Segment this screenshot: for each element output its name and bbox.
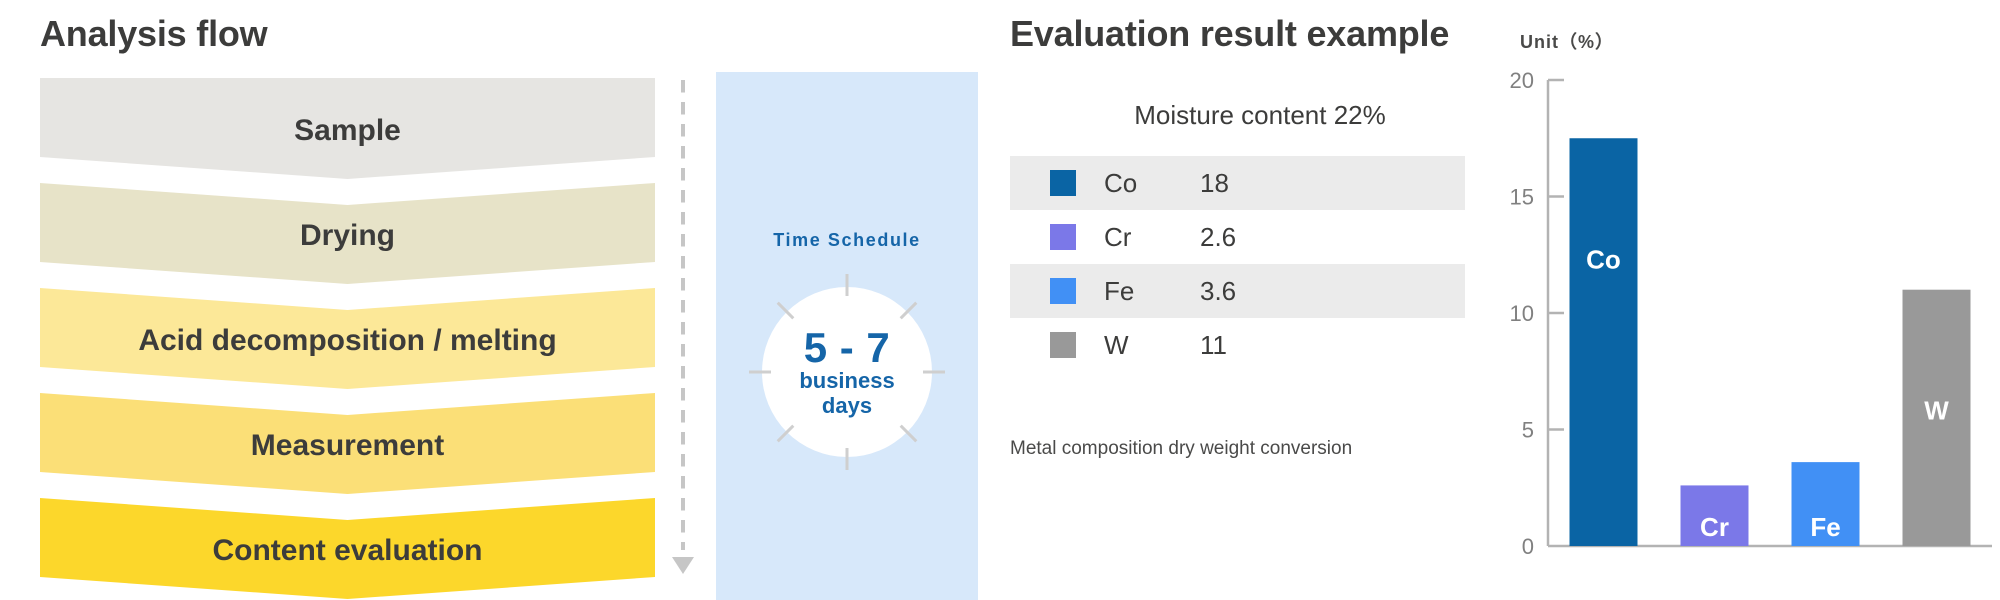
bar-label: W <box>1924 396 1949 426</box>
bar-label: Cr <box>1700 512 1729 542</box>
down-arrow-icon <box>672 557 694 574</box>
y-tick-label: 10 <box>1510 301 1534 326</box>
analysis-flow-panel: Analysis flow Sample Drying Acid decomposi… <box>0 0 990 600</box>
evaluation-result-panel: Evaluation result example Unit（%） Moistu… <box>1010 0 2000 600</box>
table-row: W 11 <box>1010 318 1465 372</box>
duration-value: 5 - 7 <box>803 323 891 371</box>
y-tick-label: 20 <box>1510 68 1534 93</box>
analysis-flow-funnel: Sample Drying Acid decomposition / melting… <box>40 78 655 600</box>
time-schedule-label: Time Schedule <box>773 230 921 250</box>
element-value: 2.6 <box>1200 221 1237 252</box>
y-tick-label: 15 <box>1510 185 1534 210</box>
evaluation-title: Evaluation result example <box>1010 13 1450 54</box>
composition-note: Metal composition dry weight conversion <box>1010 438 1353 459</box>
analysis-flow-title: Analysis flow <box>40 13 268 54</box>
bar-co <box>1569 138 1638 546</box>
flow-step-2[interactable]: Drying <box>40 183 655 288</box>
duration-unit-line2: days <box>821 392 873 418</box>
element-name: Co <box>1104 167 1138 198</box>
analysis-infographic: Analysis flow Sample Drying Acid decomposi… <box>0 0 2000 600</box>
bar-label: Co <box>1586 244 1621 274</box>
duration-unit-line1: business <box>799 368 895 394</box>
flow-step-shape <box>40 78 655 179</box>
element-value: 11 <box>1200 329 1227 360</box>
unit-label: Unit（%） <box>1520 32 1614 52</box>
flow-step-shape <box>40 288 655 389</box>
y-tick-label: 5 <box>1522 418 1534 443</box>
y-tick-label: 0 <box>1522 534 1534 559</box>
clock-graphic: 5 - 7 business days <box>747 272 947 472</box>
composition-table: Co 18 Cr 2.6 Fe 3.6 W 11 <box>1010 156 1465 372</box>
table-row: Fe 3.6 <box>1010 264 1465 318</box>
color-swatch-co-icon <box>1050 170 1076 196</box>
bar-chart-svg: 0 5 10 15 20 Co Cr Fe W <box>1510 68 1992 559</box>
flow-step-3[interactable]: Acid decomposition / melting <box>40 288 655 393</box>
element-value: 3.6 <box>1200 275 1237 306</box>
clock-text: 5 - 7 business days <box>747 272 947 472</box>
time-schedule-card: Time Schedule 5 - 7 business days <box>716 72 978 600</box>
flow-step-1[interactable]: Sample <box>40 78 655 183</box>
element-name: W <box>1104 329 1129 360</box>
moisture-content-label: Moisture content 22% <box>1134 100 1386 130</box>
element-name: Cr <box>1104 221 1132 252</box>
flow-step-5[interactable]: Content evaluation <box>40 498 655 600</box>
color-swatch-cr-icon <box>1050 224 1076 250</box>
table-row: Co 18 <box>1010 156 1465 210</box>
flow-step-shape <box>40 393 655 494</box>
flow-step-shape <box>40 183 655 284</box>
flow-connector <box>672 72 694 600</box>
bar-label: Fe <box>1810 512 1840 542</box>
dashed-line <box>681 72 685 550</box>
element-name: Fe <box>1104 275 1135 306</box>
flow-step-4[interactable]: Measurement <box>40 393 655 498</box>
color-swatch-fe-icon <box>1050 278 1076 304</box>
color-swatch-w-icon <box>1050 332 1076 358</box>
element-value: 18 <box>1200 167 1229 198</box>
flow-step-shape <box>40 498 655 599</box>
table-row: Cr 2.6 <box>1010 210 1465 264</box>
composition-bar-chart: 0 5 10 15 20 Co Cr Fe W <box>1490 58 2000 578</box>
